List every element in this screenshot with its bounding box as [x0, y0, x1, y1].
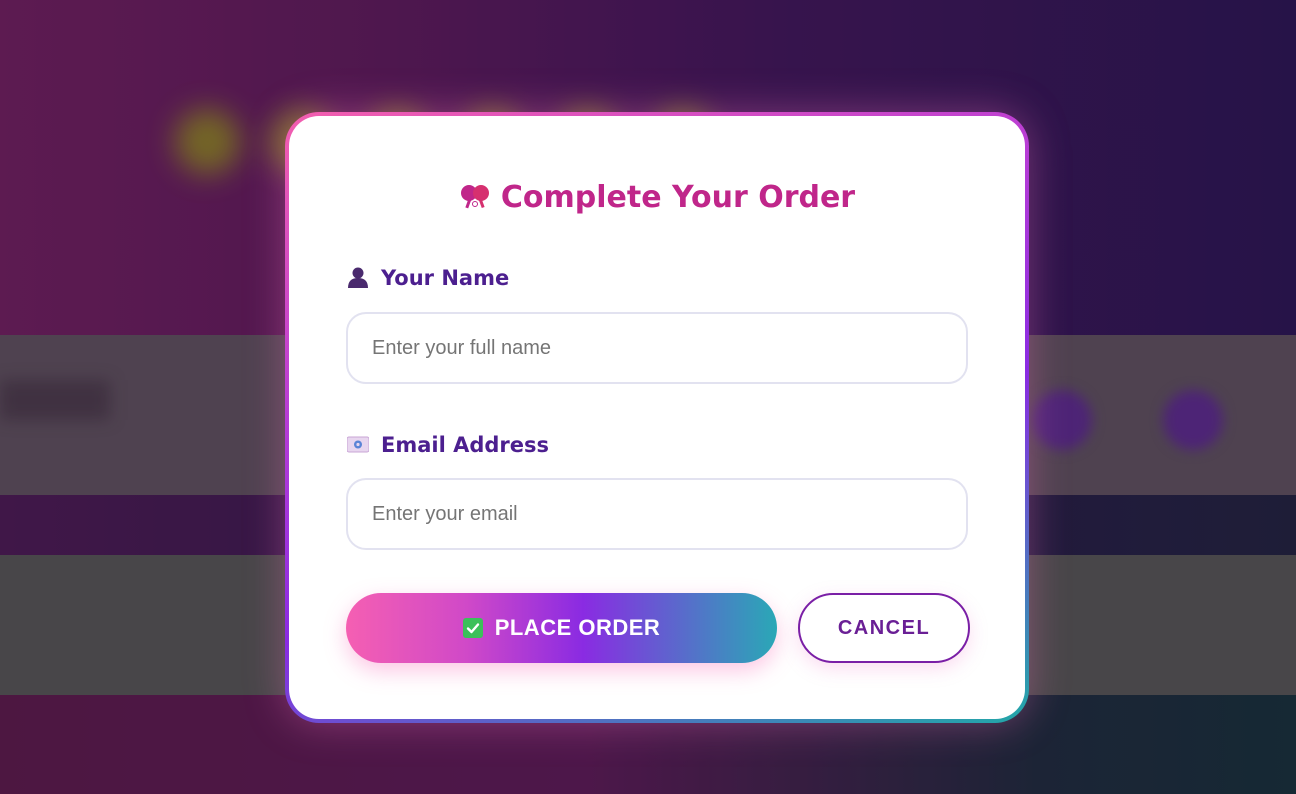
place-order-label: PLACE ORDER: [494, 615, 661, 640]
name-input[interactable]: [346, 312, 968, 384]
envelope-icon: [346, 433, 370, 455]
cancel-label: CANCEL: [837, 616, 931, 639]
modal-title-text: Complete Your Order: [500, 180, 856, 215]
email-input[interactable]: [346, 478, 968, 550]
order-modal: Complete Your Order Your Name Email Addr…: [285, 112, 1029, 723]
name-field-label: Your Name: [347, 266, 509, 290]
user-silhouette-icon: [347, 266, 369, 288]
name-label-text: Your Name: [381, 266, 510, 290]
place-order-button[interactable]: PLACE ORDER: [346, 593, 777, 663]
cancel-button[interactable]: CANCEL: [798, 593, 970, 663]
email-field-label: Email Address: [346, 433, 550, 457]
ping-pong-paddles-icon: [459, 183, 491, 209]
order-modal-body: Complete Your Order Your Name Email Addr…: [289, 116, 1025, 719]
check-mark-button-icon: [462, 618, 483, 638]
email-label-text: Email Address: [381, 433, 550, 457]
modal-title: Complete Your Order: [289, 180, 1025, 215]
